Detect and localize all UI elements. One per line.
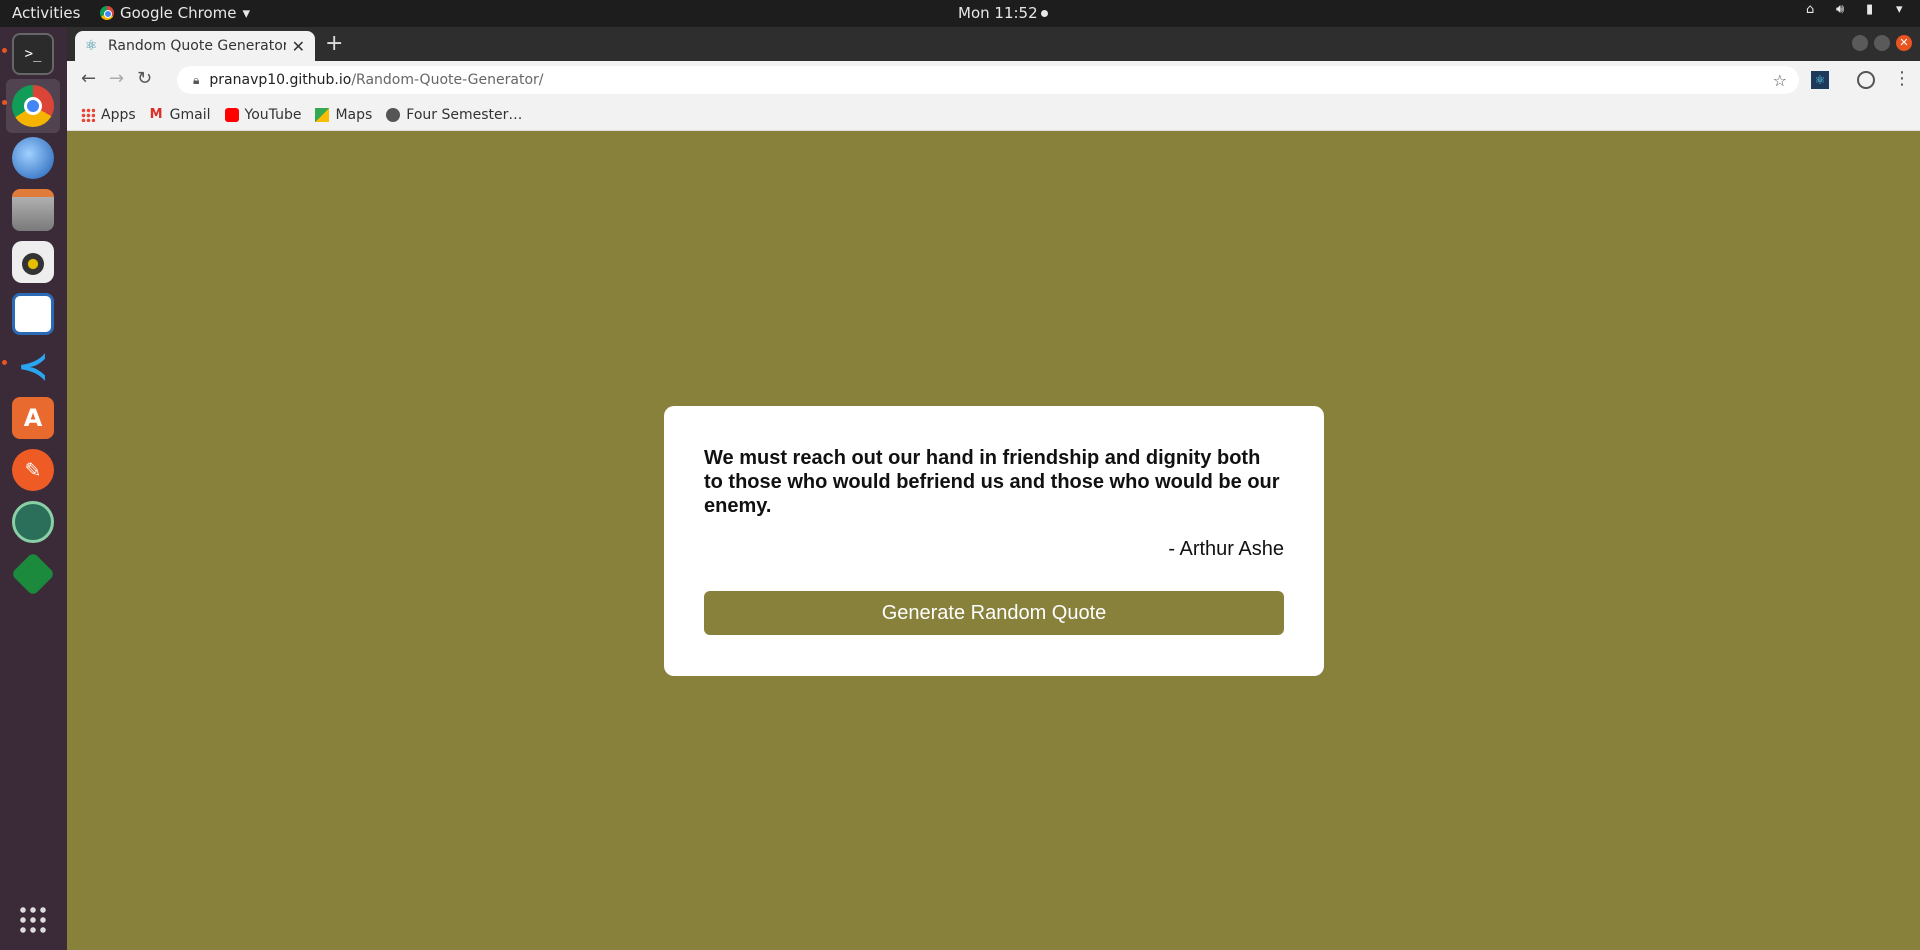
chrome-icon — [100, 6, 114, 20]
system-top-bar: Activities Google Chrome ▾ Mon 11:52 ⌂ 🔊… — [0, 0, 1920, 27]
software-bag-icon: A — [12, 397, 54, 439]
grid-icon — [18, 905, 48, 935]
quote-author: - Arthur Ashe — [1168, 538, 1284, 560]
page-content: We must reach out our hand in friendship… — [67, 131, 1920, 950]
dock-files[interactable] — [6, 183, 60, 237]
dock-chrome[interactable] — [6, 79, 60, 133]
clock-label: Mon 11:52 — [958, 4, 1038, 22]
bookmark-gmail[interactable]: M Gmail — [150, 107, 211, 123]
clock[interactable]: Mon 11:52 — [958, 4, 1048, 22]
dock-postman[interactable]: ✎ — [6, 443, 60, 497]
bookmark-label: Apps — [101, 106, 136, 123]
vscode-icon: ≺ — [17, 344, 49, 388]
battery-icon[interactable]: ▮ — [1866, 3, 1880, 17]
youtube-icon — [224, 107, 239, 122]
thunderbird-icon — [12, 137, 54, 179]
app-menu-label: Google Chrome — [120, 4, 237, 22]
react-icon: ⚛ — [85, 38, 98, 54]
dock-rhythmbox[interactable] — [6, 235, 60, 289]
dock-vim[interactable] — [6, 547, 60, 601]
terminal-icon: >_ — [12, 33, 54, 75]
vim-icon — [10, 551, 56, 597]
postman-icon: ✎ — [12, 449, 54, 491]
tab-title: Random Quote Generator — [108, 38, 286, 54]
tab-strip: ⚛ Random Quote Generator ✕ + ✕ — [67, 27, 1920, 61]
reload-icon[interactable]: ↻ — [137, 70, 152, 88]
url-path: /Random-Quote-Generator/ — [351, 72, 544, 88]
close-icon[interactable]: ✕ — [292, 37, 305, 56]
dock-terminal[interactable]: >_ — [6, 27, 60, 81]
window-controls: ✕ — [1852, 35, 1912, 51]
generate-quote-button[interactable]: Generate Random Quote — [704, 591, 1284, 635]
url-host: pranavp10.github.io — [209, 72, 352, 88]
bookmark-apps[interactable]: Apps — [81, 107, 136, 123]
speaker-icon — [12, 241, 54, 283]
apps-grid-icon — [81, 107, 95, 122]
address-bar[interactable]: 🔒︎ pranavp10.github.io/Random-Quote-Gene… — [177, 66, 1799, 94]
globe-icon — [386, 107, 401, 122]
dock-vscode[interactable]: ≺ — [6, 339, 60, 393]
volume-icon[interactable]: 🔊︎ — [1836, 3, 1850, 17]
bookmark-label: Maps — [335, 106, 373, 123]
maps-icon — [315, 107, 330, 122]
bookmark-maps[interactable]: Maps — [315, 107, 372, 123]
dock: >_ ≺ A ✎ — [0, 27, 67, 950]
bookmark-four-semester[interactable]: Four Semester… — [386, 107, 522, 123]
files-icon — [12, 189, 54, 231]
show-applications[interactable] — [6, 893, 60, 947]
android-studio-icon — [12, 501, 54, 543]
notification-dot-icon — [1040, 10, 1048, 17]
bookmarks-bar: Apps M Gmail YouTube Maps Four Semester… — [67, 99, 1920, 131]
app-menu[interactable]: Google Chrome ▾ — [100, 4, 250, 22]
browser-window: ⚛ Random Quote Generator ✕ + ✕ ← → ↻ 🔒︎ … — [67, 27, 1920, 950]
menu-kebab-icon[interactable]: ⋮ — [1893, 70, 1911, 88]
star-icon[interactable]: ☆ — [1773, 71, 1787, 90]
quote-text: We must reach out our hand in friendship… — [704, 447, 1280, 517]
dock-software[interactable]: A — [6, 391, 60, 445]
new-tab-button[interactable]: + — [325, 33, 343, 55]
quote-card: We must reach out our hand in friendship… — [664, 406, 1324, 676]
dock-writer[interactable] — [6, 287, 60, 341]
activities-button[interactable]: Activities — [12, 4, 80, 22]
document-icon — [12, 293, 54, 335]
browser-toolbar: ← → ↻ 🔒︎ pranavp10.github.io/Random-Quot… — [67, 61, 1920, 99]
network-icon[interactable]: ⌂ — [1806, 3, 1820, 17]
bookmark-label: Gmail — [169, 106, 211, 123]
bookmark-label: Four Semester… — [406, 106, 523, 123]
forward-arrow-icon[interactable]: → — [109, 70, 124, 88]
dock-thunderbird[interactable] — [6, 131, 60, 185]
bookmark-label: YouTube — [244, 106, 302, 123]
profile-icon[interactable] — [1857, 71, 1875, 89]
chevron-down-icon: ▾ — [242, 4, 251, 22]
react-devtools-icon[interactable]: ⚛ — [1811, 71, 1829, 89]
window-close-button[interactable]: ✕ — [1896, 35, 1912, 51]
bookmark-youtube[interactable]: YouTube — [224, 106, 302, 123]
tab-random-quote[interactable]: ⚛ Random Quote Generator ✕ — [75, 31, 315, 61]
dock-android-studio[interactable] — [6, 495, 60, 549]
back-arrow-icon[interactable]: ← — [81, 70, 96, 88]
chrome-icon — [12, 85, 54, 127]
maximize-button[interactable] — [1874, 35, 1890, 51]
gmail-icon: M — [149, 106, 163, 122]
lock-icon: 🔒︎ — [193, 72, 200, 87]
system-tray[interactable]: ⌂ 🔊︎ ▮ ▾ — [1806, 3, 1910, 17]
chevron-down-icon[interactable]: ▾ — [1896, 3, 1910, 17]
minimize-button[interactable] — [1852, 35, 1868, 51]
